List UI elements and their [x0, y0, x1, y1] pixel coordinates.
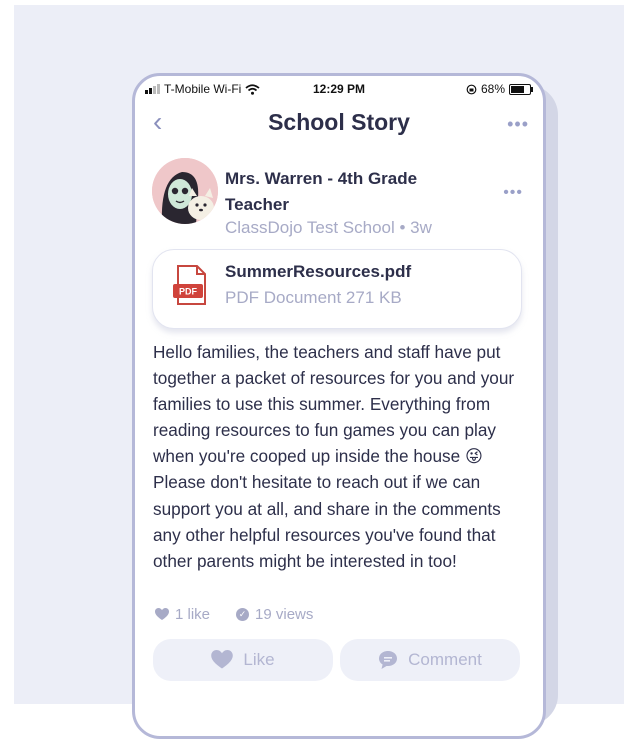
status-bar: T-Mobile Wi-Fi 12:29 PM 68% [135, 76, 543, 104]
avatar[interactable] [152, 158, 218, 224]
battery-percent: 68% [480, 82, 505, 96]
page-title: School Story [268, 109, 410, 135]
svg-text:PDF: PDF [179, 287, 198, 297]
post-body: Hello families, the teachers and staff h… [153, 339, 525, 574]
post-options-icon[interactable]: ••• [503, 184, 523, 202]
status-right: 68% [466, 82, 533, 96]
post-text-2: Please don't hesitate to reach out if we… [153, 472, 501, 571]
views-count: 19 views [255, 606, 314, 623]
pdf-attachment[interactable]: PDF SummerResources.pdf PDF Document 271… [152, 249, 522, 329]
file-meta: PDF Document 271 KB [225, 288, 402, 307]
comment-label: Comment [408, 650, 482, 669]
phone-frame: T-Mobile Wi-Fi 12:29 PM 68% ‹ School Sto… [132, 73, 546, 739]
ellipsis-icon[interactable]: ••• [507, 114, 529, 135]
comment-button[interactable]: Comment [340, 639, 520, 681]
heart-icon [211, 650, 234, 669]
rotation-lock-icon [466, 84, 477, 94]
like-label: Like [243, 650, 275, 669]
battery-icon [509, 83, 533, 95]
comment-icon [379, 651, 398, 669]
nav-bar: ‹ School Story ••• [135, 104, 543, 144]
file-name: SummerResources.pdf [225, 262, 412, 281]
post-text-1: Hello families, the teachers and staff h… [153, 342, 515, 467]
winking-tongue-emoji: 😜 [464, 446, 483, 467]
heart-icon [155, 608, 169, 620]
check-circle-icon: ✓ [236, 608, 250, 621]
pdf-icon: PDF [173, 265, 206, 305]
author-name[interactable]: Mrs. Warren - 4th Grade Teacher [225, 166, 455, 218]
likes-count: 1 like [175, 606, 211, 623]
author-school-time: ClassDojo Test School • 3w [225, 218, 432, 237]
like-button[interactable]: Like [153, 639, 333, 681]
post-stats: 1 like ✓ 19 views [155, 606, 313, 623]
